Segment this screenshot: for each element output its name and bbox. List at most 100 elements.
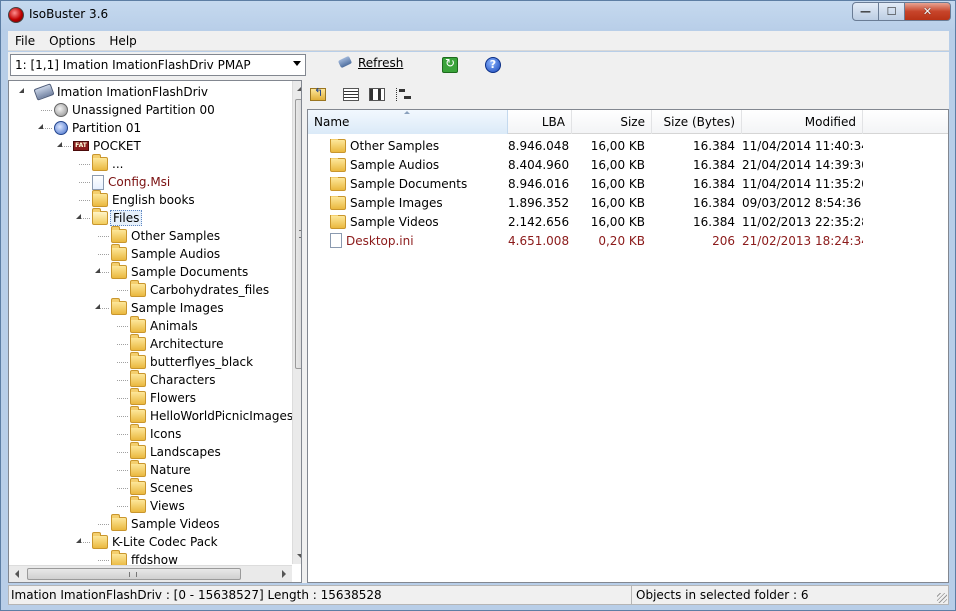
- tree-item-label: Config.Msi: [108, 175, 171, 189]
- column-header-lba-label: LBA: [541, 115, 565, 129]
- tree-item-label: HelloWorldPicnicImages: [150, 409, 294, 423]
- tree-item[interactable]: Carbohydrates_files: [130, 280, 269, 299]
- tree-item[interactable]: Animals: [130, 316, 198, 335]
- tree-item[interactable]: Sample Videos: [111, 514, 220, 533]
- tree-connector: [117, 452, 128, 453]
- tree-item[interactable]: Other Samples: [111, 226, 220, 245]
- tree-connector: [98, 254, 109, 255]
- refresh-button[interactable]: Refresh: [338, 56, 403, 70]
- column-header-modified[interactable]: Modified: [742, 110, 863, 134]
- list-item[interactable]: Desktop.ini 4.651.008 0,20 KB 206 21/02/2013…: [308, 231, 868, 250]
- tree-horizontal-scroll-thumb[interactable]: [27, 568, 241, 580]
- scroll-right-icon[interactable]: [282, 570, 286, 578]
- tree-item[interactable]: Flowers: [130, 388, 196, 407]
- list-item-modified: 11/02/2013 22:35:28: [742, 214, 863, 229]
- tree-item-label: Landscapes: [150, 445, 221, 459]
- list-item[interactable]: Sample Images 1.896.352 16,00 KB 16.384 09/0…: [308, 193, 868, 212]
- resize-grip-icon[interactable]: [937, 593, 947, 603]
- title-bar[interactable]: IsoBuster 3.6 — ☐ ✕: [1, 1, 955, 29]
- tree-connector: [98, 560, 109, 561]
- tree-item[interactable]: Architecture: [130, 334, 223, 353]
- details-view-icon[interactable]: [343, 88, 359, 101]
- list-item-size-bytes: 206: [712, 233, 735, 248]
- list-item-name-text: Desktop.ini: [346, 233, 414, 248]
- tree-horizontal-scrollbar[interactable]: [9, 565, 292, 582]
- list-view-icon[interactable]: [369, 88, 385, 101]
- tree-item[interactable]: Imation ImationFlashDriv: [33, 83, 208, 101]
- tree-item[interactable]: Scenes: [130, 478, 193, 497]
- tree-vertical-scrollbar[interactable]: [292, 81, 301, 564]
- tree-connector: [117, 344, 128, 345]
- column-header-lba[interactable]: LBA: [508, 110, 572, 134]
- tree-item[interactable]: HelloWorldPicnicImages: [130, 406, 294, 425]
- refresh-label: Refresh: [358, 56, 404, 70]
- tree-item[interactable]: Icons: [130, 424, 181, 443]
- chevron-down-icon[interactable]: [293, 61, 301, 66]
- list-item[interactable]: Sample Videos 2.142.656 16,00 KB 16.384 11/0…: [308, 212, 868, 231]
- list-header: Name LBA Size Size (Bytes) Modified: [308, 110, 948, 134]
- menu-file[interactable]: File: [8, 34, 42, 48]
- tree-expander-icon[interactable]: [94, 303, 102, 311]
- folder-icon: [111, 244, 127, 261]
- tree-item[interactable]: Sample Audios: [111, 244, 220, 263]
- column-header-name-label: Name: [314, 115, 350, 129]
- tree-expander-icon[interactable]: [75, 537, 83, 545]
- list-item-modified: 09/03/2012 8:54:36: [742, 195, 862, 210]
- minimize-button[interactable]: —: [852, 2, 879, 21]
- tree-item[interactable]: ...: [92, 154, 123, 173]
- close-button[interactable]: ✕: [905, 2, 951, 21]
- tree-item-label: Views: [150, 499, 185, 513]
- tree-item[interactable]: Views: [130, 496, 185, 515]
- help-icon[interactable]: ?: [485, 57, 501, 73]
- tree-item[interactable]: Nature: [130, 460, 191, 479]
- column-header-name[interactable]: Name: [308, 110, 508, 134]
- folder-icon: [330, 138, 346, 153]
- tree-item[interactable]: Partition 01: [54, 119, 141, 137]
- tree-expander-icon[interactable]: [18, 87, 26, 95]
- list-item-lba: 1.896.352: [508, 195, 570, 210]
- tree-item[interactable]: Config.Msi: [92, 173, 170, 191]
- list-item[interactable]: Other Samples 8.946.048 16,00 KB 16.384 11/0…: [308, 136, 868, 155]
- tree-item[interactable]: butterflyes_black: [130, 352, 253, 371]
- tree-item-label: Nature: [150, 463, 191, 477]
- list-item[interactable]: Sample Documents 8.946.016 16,00 KB 16.384 1…: [308, 174, 868, 193]
- column-header-size-bytes[interactable]: Size (Bytes): [652, 110, 742, 134]
- tree-item[interactable]: Sample Images: [111, 298, 224, 317]
- menu-help[interactable]: Help: [102, 34, 143, 48]
- tree-view-icon[interactable]: [396, 88, 412, 101]
- maximize-button[interactable]: ☐: [879, 2, 905, 21]
- status-device-info: Imation ImationFlashDriv : [0 - 15638527…: [11, 588, 382, 602]
- folder-up-icon[interactable]: [310, 86, 326, 101]
- menu-options[interactable]: Options: [42, 34, 102, 48]
- list-item-name: Sample Documents: [308, 176, 508, 191]
- list-item-size: 16,00 KB: [590, 176, 645, 191]
- status-object-count: Objects in selected folder : 6: [631, 586, 813, 604]
- tree-item[interactable]: English books: [92, 190, 195, 209]
- drive-select[interactable]: 1: [1,1] Imation ImationFlashDriv PMAP: [10, 54, 306, 76]
- window-controls: — ☐ ✕: [852, 2, 951, 21]
- extract-icon[interactable]: [442, 56, 458, 73]
- tree-item[interactable]: Landscapes: [130, 442, 221, 461]
- sort-ascending-icon: [404, 111, 410, 114]
- tree-item[interactable]: K-Lite Codec Pack: [92, 532, 218, 551]
- list-item-size: 16,00 KB: [590, 195, 645, 210]
- maximize-icon: ☐: [886, 5, 897, 18]
- tree-item[interactable]: Files: [92, 208, 143, 227]
- tree-item-label: Sample Videos: [131, 517, 220, 531]
- tree-item[interactable]: Unassigned Partition 00: [54, 101, 215, 119]
- tree-expander-icon[interactable]: [56, 141, 64, 149]
- column-header-size[interactable]: Size: [572, 110, 652, 134]
- tree-item[interactable]: Characters: [130, 370, 216, 389]
- tree-item[interactable]: Sample Documents: [111, 262, 248, 281]
- list-item-lba: 8.946.016: [508, 176, 570, 191]
- tree-vertical-scroll-thumb[interactable]: [295, 99, 301, 369]
- scroll-left-icon[interactable]: [15, 570, 19, 578]
- tree-expander-icon[interactable]: [94, 267, 102, 275]
- tree-item-label: Partition 01: [72, 121, 142, 135]
- tree-expander-icon[interactable]: [37, 123, 45, 131]
- tree-item-label: Animals: [150, 319, 198, 333]
- tree-expander-icon[interactable]: [75, 213, 83, 221]
- tree-item[interactable]: FAT POCKET: [73, 137, 141, 155]
- minimize-icon: —: [860, 5, 871, 18]
- list-item[interactable]: Sample Audios 8.404.960 16,00 KB 16.384 21/0…: [308, 155, 868, 174]
